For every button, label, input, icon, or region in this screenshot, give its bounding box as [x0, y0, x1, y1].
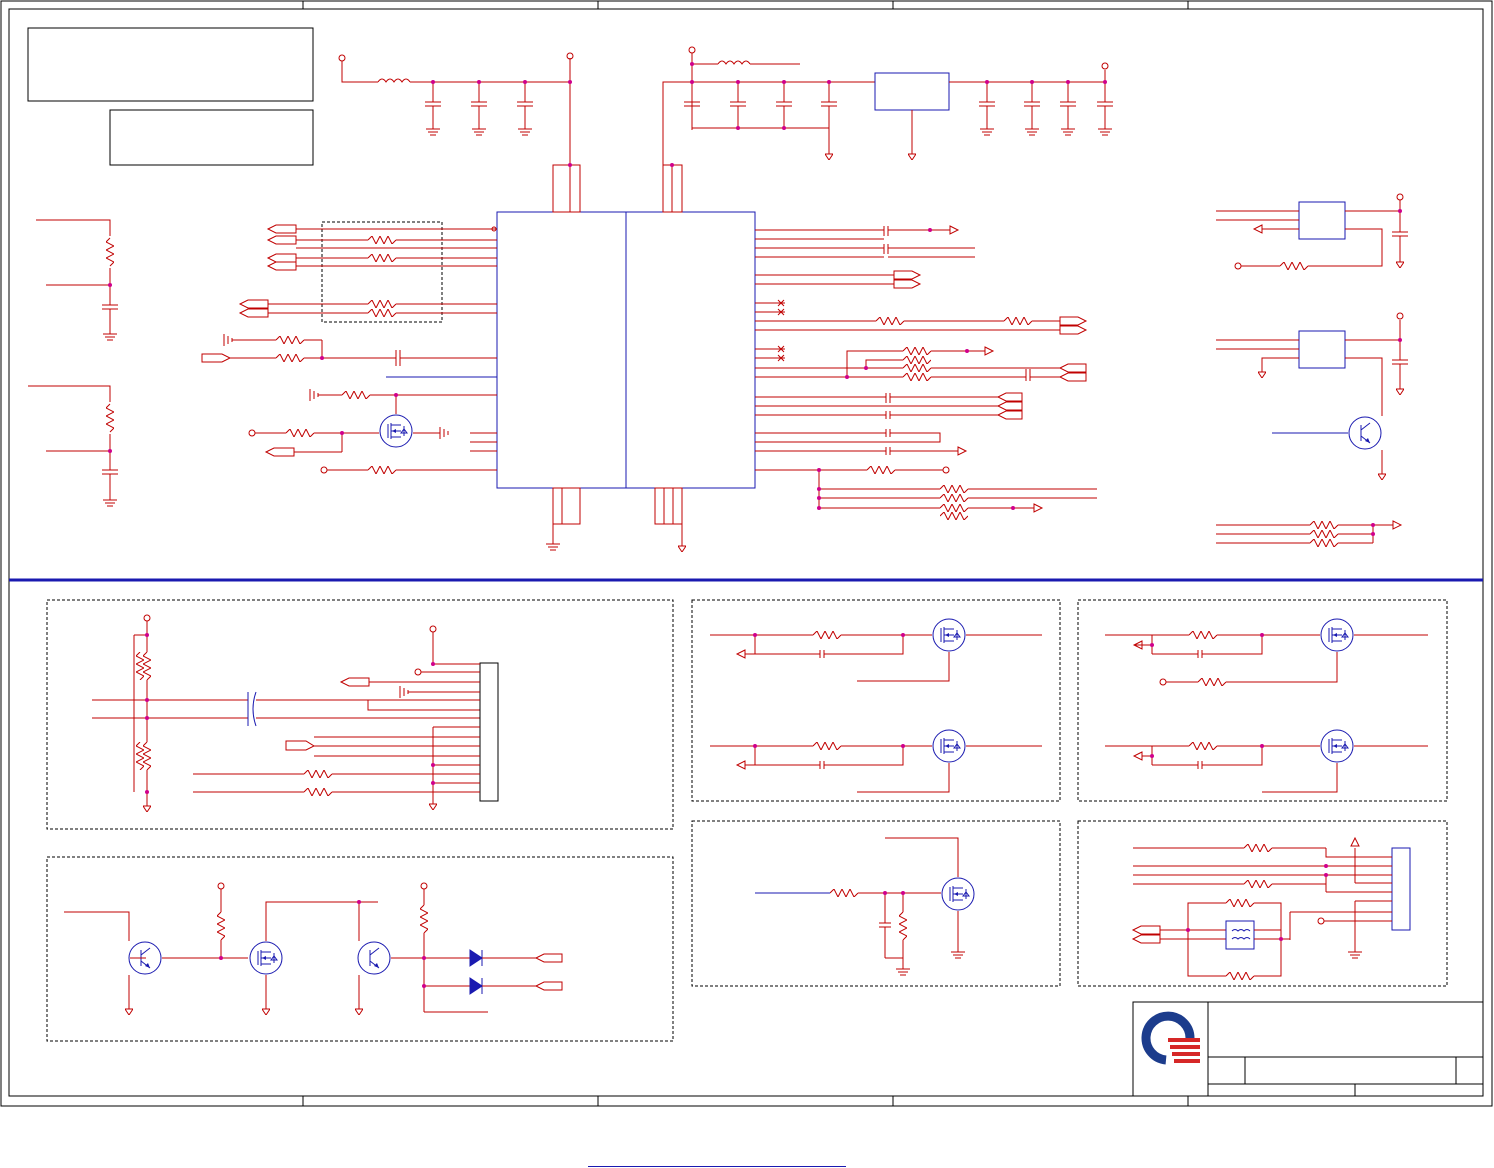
ic-left-signals [201, 221, 497, 474]
mosfet-pair-left [691, 599, 1061, 802]
power-filter-1 [338, 52, 574, 167]
schematic-sheet [0, 0, 1493, 1107]
main-ic [496, 164, 756, 552]
quanta-logo [1141, 1011, 1200, 1065]
sheet-border [0, 0, 1493, 1107]
mosfet-pair-right [1077, 599, 1448, 802]
footer-link[interactable] [588, 1150, 846, 1167]
right-ic-blocks [1216, 193, 1408, 547]
mosfet-single [691, 820, 1061, 987]
note-box-1 [27, 27, 314, 102]
rc-filter-left [28, 219, 118, 507]
ic-right-signals [755, 225, 1097, 520]
connector-block [46, 599, 674, 830]
power-regulator [662, 46, 1113, 167]
led-driver-block [46, 856, 674, 1042]
connector-transformer [1077, 820, 1448, 987]
note-box-2 [109, 109, 314, 166]
